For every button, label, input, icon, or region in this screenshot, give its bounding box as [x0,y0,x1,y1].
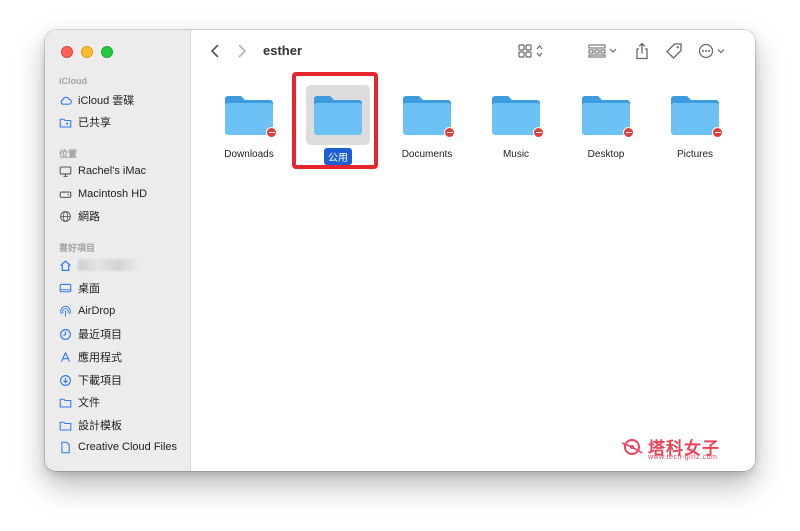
close-button[interactable] [61,46,73,58]
watermark-logo-icon [621,438,643,455]
forward-button[interactable] [233,41,251,61]
share-icon [636,42,648,60]
clock-icon [59,328,72,341]
sidebar-item-desktop[interactable]: 桌面 [59,279,100,297]
sidebar-item-home[interactable] [59,256,138,274]
watermark-subtitle: www.tech-girlz.com [648,454,718,461]
folder-icon [574,85,638,145]
no-access-icon [444,127,455,138]
main-content: esther Downloads 公用 Documents Music Desk… [192,30,755,471]
sidebar-item-imac[interactable]: Rachel's iMac [59,162,146,180]
file-label: Desktop [587,149,625,160]
airdrop-icon [59,305,72,318]
tags-button[interactable] [664,41,684,61]
watermark: 塔科女子 www.tech-girlz.com [620,434,720,461]
sidebar-section-favorites: 喜好項目 [59,243,96,253]
sidebar-item-network[interactable]: 網路 [59,207,100,225]
download-icon [59,374,72,387]
folder-documents[interactable]: Documents [385,85,469,161]
sidebar-item-label: 網路 [78,211,100,223]
no-access-icon [266,127,277,138]
group-icon [588,44,617,58]
sidebar-item-icloud-drive[interactable]: iCloud 雲碟 [59,91,134,109]
sidebar-item-macintosh-hd[interactable]: Macintosh HD [59,185,147,203]
folder-icon [395,85,459,145]
file-label: Music [502,149,530,160]
sidebar-item-creative-cloud[interactable]: Creative Cloud Files [59,438,177,456]
group-button[interactable] [587,41,621,61]
home-icon [59,259,72,272]
finder-window: iCloud iCloud 雲碟 已共享 位置 Rachel's iMac Ma… [45,30,755,471]
imac-icon [59,165,72,178]
folder-downloads[interactable]: Downloads [207,85,291,161]
share-button[interactable] [633,41,651,61]
sidebar-item-applications[interactable]: 應用程式 [59,348,122,366]
sidebar-item-label: 已共享 [78,117,111,129]
sidebar-item-label: 應用程式 [78,352,122,364]
sidebar-item-label: Creative Cloud Files [78,441,178,453]
sidebar-item-label: 設計模板 [78,420,122,432]
view-mode-button[interactable] [517,41,547,61]
sidebar-item-airdrop[interactable]: AirDrop [59,302,115,320]
sidebar-item-label: 最近項目 [78,329,122,341]
sidebar-item-shared[interactable]: 已共享 [59,113,111,131]
disk-icon [59,188,72,201]
cloud-icon [59,94,72,107]
apps-icon [59,351,72,364]
no-access-icon [533,127,544,138]
sidebar-item-label: Rachel's iMac [78,165,147,177]
toolbar: esther [192,30,755,72]
file-icon [59,441,72,454]
chevron-right-icon [238,44,247,58]
sidebar-section-icloud: iCloud [59,76,87,86]
sidebar-item-recents[interactable]: 最近項目 [59,325,122,343]
folder-icon [217,85,281,145]
no-access-icon [623,127,634,138]
icon-grid-icon [518,44,543,58]
sidebar-item-label: iCloud 雲碟 [78,95,135,107]
folder-icon [484,85,548,145]
globe-icon [59,210,72,223]
back-button[interactable] [206,41,224,61]
ellipsis-icon [698,43,725,59]
sidebar-item-label: 文件 [78,397,100,409]
folder-desktop[interactable]: Desktop [564,85,648,161]
sidebar-item-label: 桌面 [78,283,100,295]
tag-icon [666,43,682,59]
sidebar-section-locations: 位置 [59,149,78,159]
chevron-left-icon [210,44,219,58]
file-label: Documents [401,149,453,160]
folder-icon [59,419,72,432]
window-controls [61,46,113,58]
zoom-button[interactable] [101,46,113,58]
shared-folder-icon [59,116,72,129]
file-label: Downloads [224,149,274,160]
desktop-icon [59,282,72,295]
more-actions-button[interactable] [697,41,729,61]
sidebar-item-documents[interactable]: 文件 [59,393,100,411]
window-title: esther [263,43,303,58]
highlight-annotation [292,72,378,169]
sidebar-item-downloads[interactable]: 下載項目 [59,371,122,389]
folder-icon [663,85,727,145]
no-access-icon [712,127,723,138]
minimize-button[interactable] [81,46,93,58]
document-icon [59,396,72,409]
blurred-username [78,259,138,271]
sidebar-item-label: Macintosh HD [78,188,148,200]
sidebar-item-label: AirDrop [78,305,116,317]
sidebar-item-label: 下載項目 [78,375,122,387]
sidebar: iCloud iCloud 雲碟 已共享 位置 Rachel's iMac Ma… [45,30,191,471]
sidebar-item-design-templates[interactable]: 設計模板 [59,416,122,434]
folder-music[interactable]: Music [474,85,558,161]
file-label: Pictures [676,149,714,160]
folder-pictures[interactable]: Pictures [653,85,737,161]
